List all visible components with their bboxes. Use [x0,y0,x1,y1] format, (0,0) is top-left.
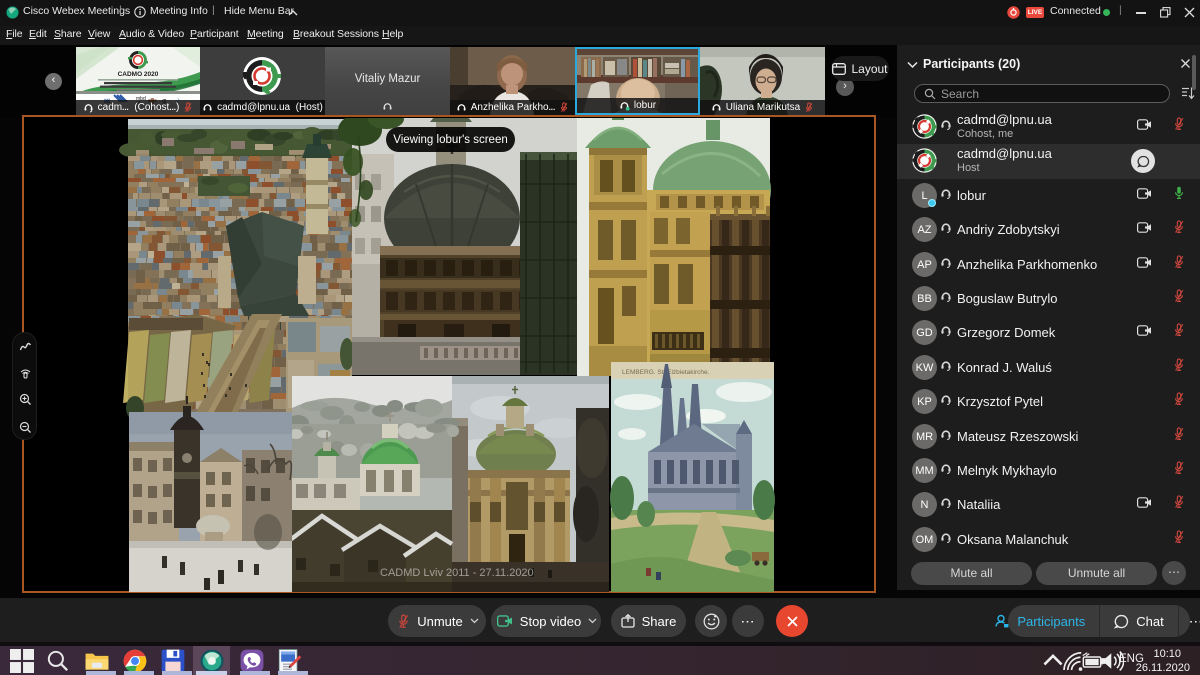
svg-text:CADMO 2020: CADMO 2020 [118,71,159,78]
svg-text:CADMD Lviv 2011 - 27.11.2020: CADMD Lviv 2011 - 27.11.2020 [380,567,534,579]
